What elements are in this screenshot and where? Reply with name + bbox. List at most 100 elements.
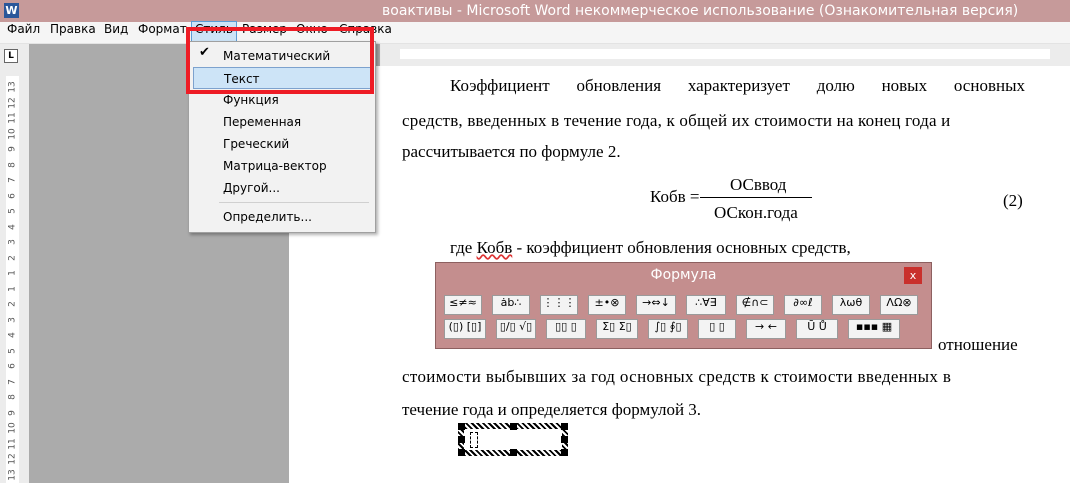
menu-format[interactable]: Формат [138, 22, 187, 43]
word: Коэффициент [450, 76, 550, 95]
word: новых [881, 76, 928, 95]
paragraph-1-line-3: рассчитывается по формуле 2. [402, 142, 621, 161]
ruler-number: 5 [7, 347, 18, 354]
symbol-palette-button[interactable]: ∴∀∃ [686, 295, 726, 315]
where-suffix: - коэффициент обновления основных средст… [512, 238, 851, 257]
resize-handle[interactable] [458, 436, 465, 443]
menu-item-define[interactable]: Определить... [189, 206, 375, 228]
paragraph-1-line-1: Коэффициент обновления характеризует дол… [450, 76, 1025, 96]
ruler-number: 9 [7, 146, 18, 152]
ruler-number: 7 [7, 378, 18, 385]
menu-item-other[interactable]: Другой... [189, 177, 375, 199]
where-prefix: где [450, 238, 477, 257]
paragraph-2-line-1-end: отношение [938, 335, 1018, 354]
template-palette-button[interactable]: ▯/▯ √▯ [496, 319, 536, 339]
template-palette-button[interactable]: ▯ ▯ [698, 319, 736, 339]
menu-item-label: Переменная [223, 115, 302, 129]
ruler-number: 5 [7, 208, 18, 214]
menu-item-label: Греческий [223, 137, 290, 151]
template-palette-button[interactable]: Ū Ů [796, 319, 838, 339]
symbol-palette-button[interactable]: ⋮⋮⋮ [540, 295, 578, 315]
resize-handle[interactable] [510, 449, 517, 456]
word: характеризует [687, 76, 790, 95]
symbol-palette-button[interactable]: ȧb∴ [492, 295, 530, 315]
resize-handle[interactable] [510, 423, 517, 430]
word-app-icon[interactable]: W [4, 3, 19, 18]
formula-lhs: Кобв = [650, 187, 700, 206]
resize-handle[interactable] [458, 449, 465, 456]
window-title: воактивы - Microsoft Word некоммерческое… [382, 3, 1019, 19]
symbol-palette-button[interactable]: ±•⊗ [588, 295, 626, 315]
symbol-palette-button[interactable]: ΛΩ⊗ [880, 295, 918, 315]
ruler-number: 10 [7, 422, 18, 434]
word: основных [953, 76, 1025, 95]
ruler-number: 1 [7, 285, 18, 292]
ruler-number: 7 [7, 177, 18, 183]
close-button[interactable]: x [904, 267, 922, 284]
formula-denominator: ОСкон.года [714, 203, 798, 222]
symbol-palette-button[interactable]: ≤≠≈ [444, 295, 482, 315]
symbol-palette-button[interactable]: →⇔↓ [636, 295, 676, 315]
ruler-number: 12 [7, 453, 18, 465]
ruler-number: 2 [7, 301, 18, 307]
word: обновления [576, 76, 662, 95]
ruler-number: 11 [7, 437, 18, 450]
tab-selector[interactable]: L [4, 49, 18, 63]
ruler-number: 4 [7, 223, 18, 230]
ruler-number: 6 [7, 363, 18, 369]
template-palette-button[interactable]: ∫▯ ∮▯ [648, 319, 688, 339]
ruler-number: 1 [7, 270, 18, 276]
menu-file[interactable]: Файл [7, 22, 40, 43]
ruler-number: 2 [7, 254, 18, 261]
ruler-white-area [400, 49, 1050, 59]
menu-separator [219, 202, 369, 203]
paragraph-2-line-2: стоимости выбывших за год основных средс… [402, 367, 952, 386]
menu-bar: Файл Правка Вид Формат Стиль Размер Окно… [0, 21, 1070, 44]
template-palette-button[interactable]: ▯▯ ▯ [546, 319, 586, 339]
ruler-number: 9 [7, 409, 18, 416]
template-palette-button[interactable]: ▪▪▪ ▦ [848, 319, 900, 339]
resize-handle[interactable] [561, 423, 568, 430]
ruler-number: 8 [7, 394, 18, 400]
symbol-palette-button[interactable]: ∉∩⊂ [736, 295, 774, 315]
formula-numerator: ОСввод [730, 175, 787, 194]
resize-handle[interactable] [458, 423, 465, 430]
ruler-number: 13 [7, 81, 18, 93]
template-palette-button[interactable]: Σ▯ Σ▯ [596, 319, 638, 339]
ruler-number: 10 [7, 127, 18, 140]
kobv-word: Кобв [476, 238, 513, 257]
menu-item-variable[interactable]: Переменная [189, 111, 375, 133]
highlight-annotation-box [186, 27, 374, 94]
template-palette-button[interactable]: (▯) [▯] [444, 319, 486, 339]
menu-item-greek[interactable]: Греческий [189, 133, 375, 155]
symbol-palette-button[interactable]: ∂∞ℓ [784, 295, 822, 315]
ruler-number: 6 [7, 192, 18, 199]
ruler-number: 11 [7, 112, 18, 124]
ruler-number: 13 [7, 468, 18, 481]
template-palette-button[interactable]: → ← [746, 319, 786, 339]
paragraph-1-line-2: средств, введенных в течение года, к общ… [402, 111, 951, 130]
ruler-number: 12 [7, 96, 18, 109]
symbol-palette-button[interactable]: λωθ [832, 295, 870, 315]
formula-toolbar-title: Формула [650, 267, 717, 283]
paragraph-2-line-3: течение года и определяется формулой 3. [402, 400, 702, 419]
equation-slot[interactable] [470, 432, 478, 448]
menu-item-label: Другой... [223, 181, 280, 195]
menu-edit[interactable]: Правка [50, 22, 96, 43]
title-bar: W воактивы - Microsoft Word некоммерческ… [0, 0, 1070, 22]
menu-item-matrix-vector[interactable]: Матрица-вектор [189, 155, 375, 177]
menu-item-label: Определить... [223, 210, 312, 224]
resize-handle[interactable] [561, 436, 568, 443]
ruler-number: 8 [7, 161, 18, 168]
ruler-number: 4 [7, 332, 18, 338]
formula-toolbar-window[interactable]: Формула x ≤≠≈ ȧb∴ ⋮⋮⋮ ±•⊗ →⇔↓ ∴∀∃ ∉∩⊂ ∂∞ℓ λωθ ΛΩ⊗… [435, 262, 932, 349]
word: долю [816, 76, 855, 95]
vertical-ruler[interactable]: 13 12 11 10 9 8 7 6 5 4 3 2 1 1 2 3 4 5 6 7 8 9 10 11 12 13 [0, 66, 29, 483]
horizontal-ruler[interactable] [380, 44, 1070, 66]
ruler-number: 3 [7, 239, 18, 245]
resize-handle[interactable] [561, 449, 568, 456]
where-line: где Кобв - коэффициент обновления основн… [450, 238, 851, 258]
menu-view[interactable]: Вид [104, 22, 128, 43]
ruler-corner: L [0, 44, 29, 66]
equation-area [464, 429, 562, 450]
